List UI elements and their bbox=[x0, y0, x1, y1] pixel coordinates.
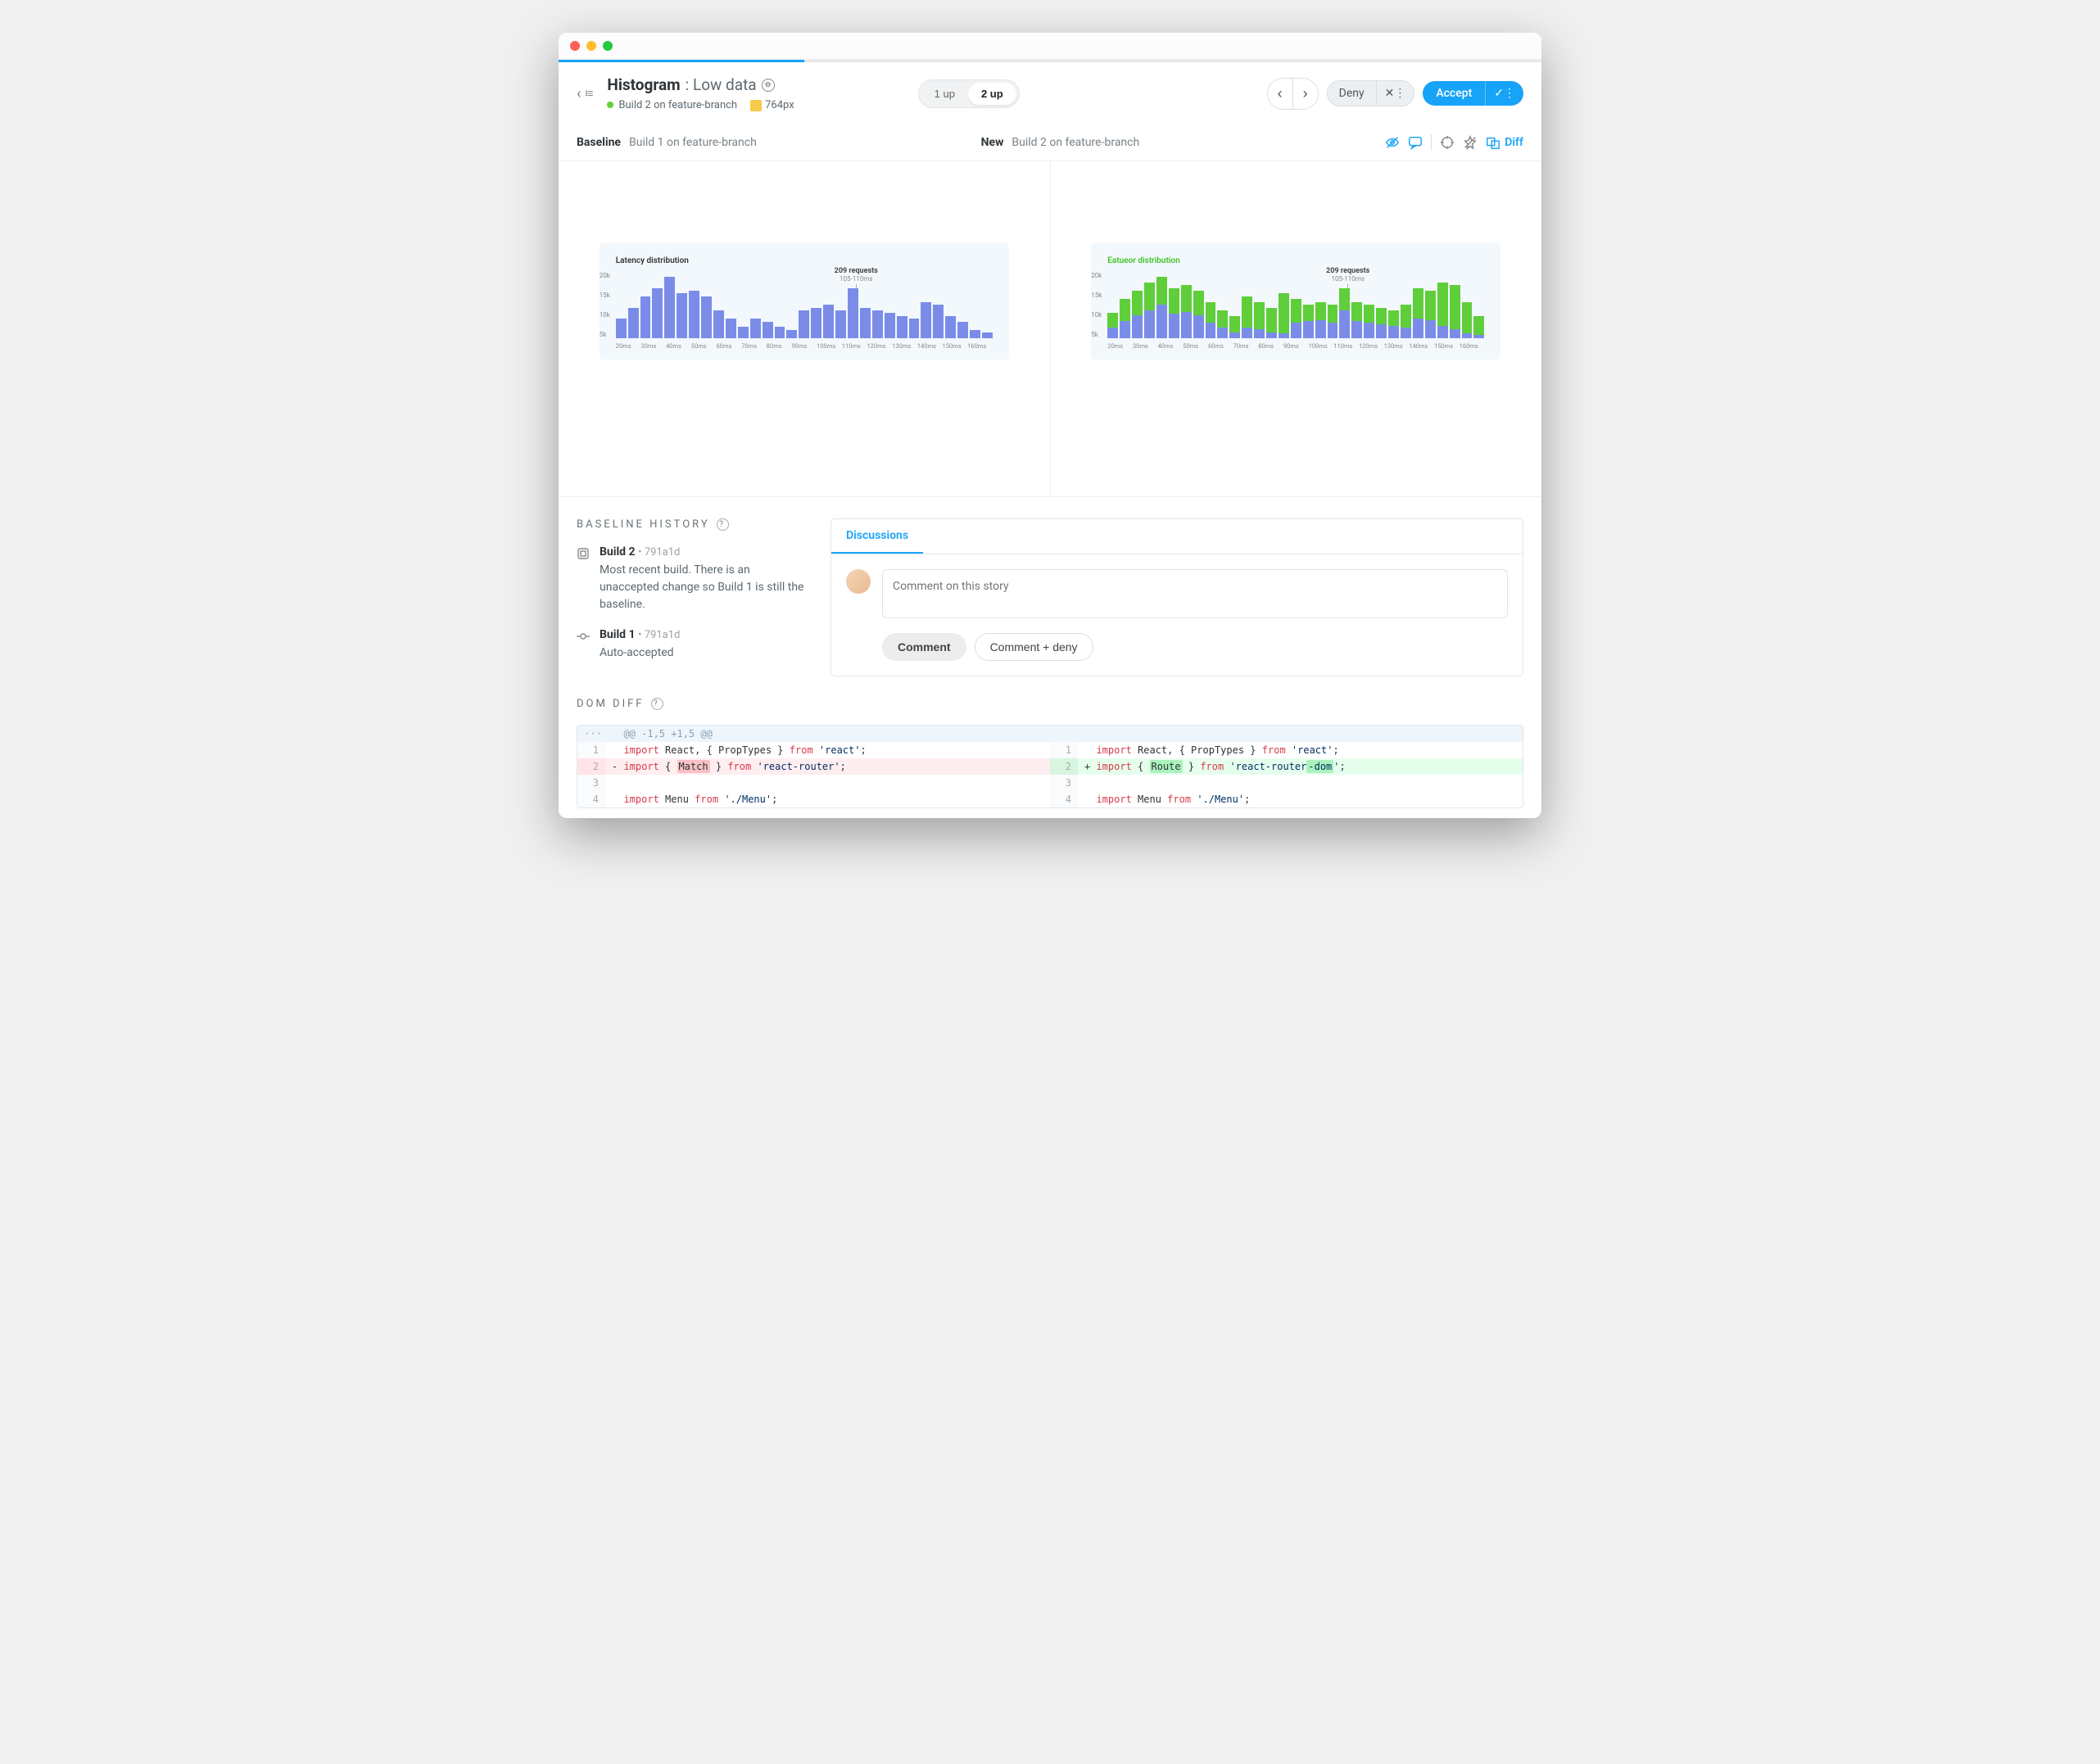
diff-toggle[interactable]: Diff bbox=[1486, 135, 1523, 150]
avatar bbox=[846, 569, 871, 594]
visibility-icon[interactable] bbox=[1385, 135, 1400, 150]
build-indicator: Build 2 on feature-branch bbox=[607, 99, 737, 111]
chevron-left-icon bbox=[1278, 88, 1283, 101]
viewport-indicator: 764px bbox=[750, 99, 794, 111]
deny-batch-icon[interactable]: ✕⋮ bbox=[1376, 81, 1414, 106]
baseline-history: BASELINE HISTORY ? Build 2 791a1dMost re… bbox=[577, 518, 806, 676]
history-title: BASELINE HISTORY ? bbox=[577, 518, 806, 531]
new-build: Build 2 on feature-branch bbox=[1012, 136, 1139, 149]
build-item[interactable]: Build 1 791a1dAuto-accepted bbox=[577, 628, 806, 662]
baseline-pane: Latency distribution 209 requests 105-11… bbox=[559, 161, 1051, 496]
minimize-window-icon[interactable] bbox=[586, 41, 596, 51]
comment-input[interactable] bbox=[882, 569, 1508, 618]
focus-icon[interactable] bbox=[1440, 135, 1455, 150]
nav-group bbox=[1267, 78, 1319, 110]
toggle-1up[interactable]: 1 up bbox=[921, 83, 968, 105]
domdiff-title: DOM DIFF ? bbox=[577, 698, 1523, 710]
maximize-window-icon[interactable] bbox=[603, 41, 613, 51]
baseline-build: Build 1 on feature-branch bbox=[629, 136, 757, 149]
new-chart: Eatueor distribution 209 requests 105-11… bbox=[1091, 243, 1500, 360]
accept-button[interactable]: Accept ✓⋮ bbox=[1423, 81, 1523, 106]
diff-icon bbox=[1486, 135, 1500, 150]
ignore-icon[interactable] bbox=[1463, 135, 1478, 150]
toggle-2up[interactable]: 2 up bbox=[968, 83, 1016, 105]
build-item[interactable]: Build 2 791a1dMost recent build. There i… bbox=[577, 545, 806, 613]
dom-diff-section: DOM DIFF ? ··· @@ -1,5 +1,5 @@1 import R… bbox=[559, 676, 1541, 818]
help-icon[interactable]: ? bbox=[717, 518, 729, 531]
page-header: Histogram : Low data ⊖ Build 2 on featur… bbox=[559, 62, 1541, 124]
tab-discussions[interactable]: Discussions bbox=[831, 519, 923, 554]
new-pane: Eatueor distribution 209 requests 105-11… bbox=[1051, 161, 1542, 496]
commit-icon bbox=[577, 630, 590, 643]
next-button[interactable] bbox=[1293, 79, 1318, 109]
app-window: Histogram : Low data ⊖ Build 2 on featur… bbox=[559, 33, 1541, 818]
status-icon: ⊖ bbox=[762, 79, 775, 92]
comment-icon[interactable] bbox=[1408, 135, 1423, 150]
chevron-left-icon bbox=[577, 85, 581, 102]
diff-table: ··· @@ -1,5 +1,5 @@1 import React, { Pro… bbox=[577, 725, 1523, 808]
compare-body: Latency distribution 209 requests 105-11… bbox=[559, 161, 1541, 497]
prev-button[interactable] bbox=[1268, 79, 1293, 109]
accept-batch-icon[interactable]: ✓⋮ bbox=[1485, 81, 1523, 106]
close-window-icon[interactable] bbox=[570, 41, 580, 51]
new-label: New bbox=[981, 136, 1004, 149]
snapshot-icon bbox=[577, 547, 590, 560]
window-chrome bbox=[559, 33, 1541, 60]
baseline-label: Baseline bbox=[577, 136, 621, 149]
discussion-panel: Discussions Comment Comment + deny bbox=[830, 518, 1523, 676]
compare-header: Baseline Build 1 on feature-branch New B… bbox=[559, 124, 1541, 161]
view-toggle: 1 up 2 up bbox=[918, 79, 1020, 108]
list-icon bbox=[586, 88, 594, 99]
help-icon[interactable]: ? bbox=[651, 698, 663, 710]
comment-button[interactable]: Comment bbox=[882, 633, 966, 661]
comment-deny-button[interactable]: Comment + deny bbox=[975, 633, 1093, 661]
page-title: Histogram : Low data ⊖ bbox=[607, 75, 794, 94]
back-button[interactable] bbox=[577, 85, 594, 102]
baseline-chart: Latency distribution 209 requests 105-11… bbox=[600, 243, 1009, 360]
chevron-right-icon bbox=[1303, 88, 1308, 101]
deny-button[interactable]: Deny ✕⋮ bbox=[1327, 80, 1415, 106]
